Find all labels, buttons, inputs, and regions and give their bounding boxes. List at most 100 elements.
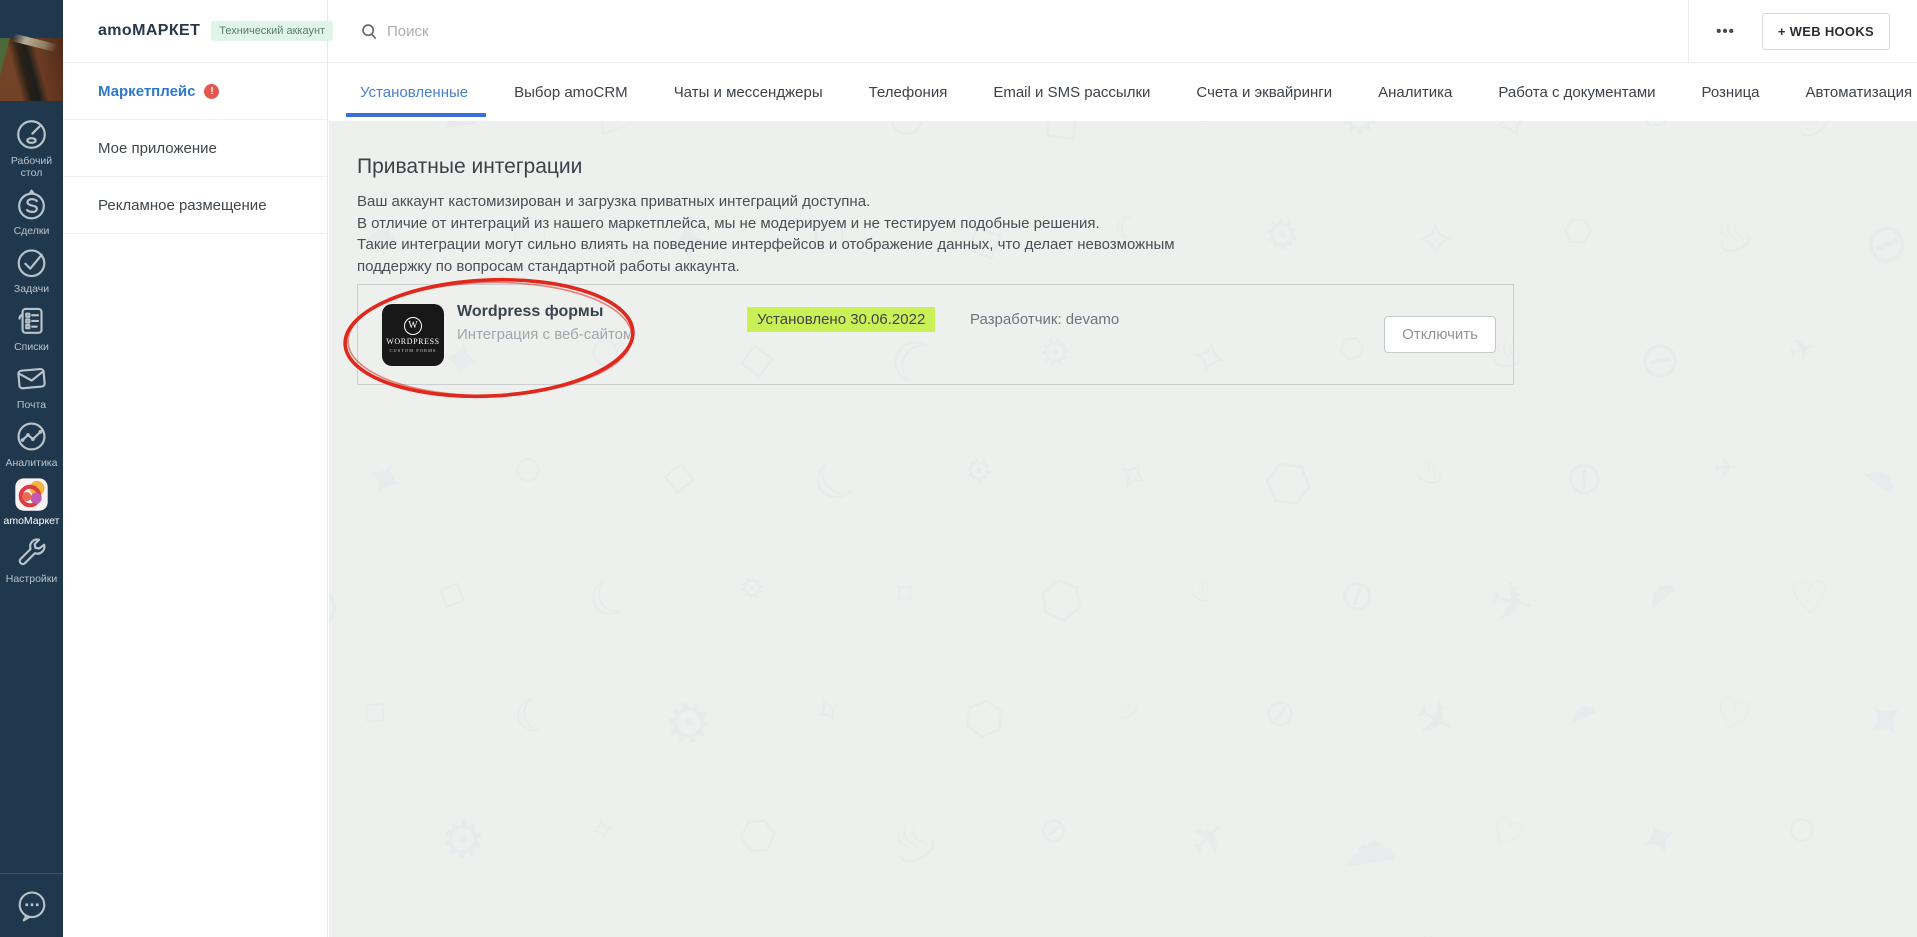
tab-telephony[interactable]: Телефония — [869, 63, 948, 121]
doodle-glyph: ✈ — [1403, 684, 1468, 755]
sidebar-item-amomarket[interactable]: amoМаркет — [0, 476, 63, 527]
doodle-glyph: ✦ — [1629, 805, 1690, 874]
tasks-icon — [13, 244, 50, 281]
doodle-glyph: ♨ — [1106, 687, 1147, 728]
doodle-glyph: ⊘ — [1261, 689, 1300, 738]
category-tabs: Установленные Выбор amoCRM Чаты и мессен… — [329, 63, 1917, 121]
doodle-glyph: ◇ — [1856, 927, 1899, 937]
brand-row: amoМАРКЕТ Технический аккаунт — [63, 0, 327, 63]
search-icon — [360, 22, 379, 41]
sidebar-item-tasks[interactable]: Задачи — [0, 244, 63, 295]
primary-nav: Рабочий стол Сделки Задачи — [0, 101, 63, 592]
doodle-glyph: ✈ — [1176, 805, 1241, 870]
doodle-glyph: ♡ — [1709, 687, 1757, 743]
support-chat-button[interactable] — [0, 873, 63, 937]
doodle-glyph: ♨ — [877, 803, 950, 882]
doodle-glyph: ✧ — [1104, 445, 1161, 507]
tab-analytics[interactable]: Аналитика — [1378, 63, 1452, 121]
sidebar-item-analytics[interactable]: Аналитика — [0, 418, 63, 469]
top-header: ••• + WEB HOOKS — [329, 0, 1917, 63]
wordpress-logo-subtext: CUSTOM FORMS — [389, 348, 436, 353]
lists-icon — [13, 302, 50, 339]
chat-dots-icon — [14, 888, 50, 924]
doodle-glyph: ✈ — [1784, 328, 1822, 373]
tab-invoices-acquiring[interactable]: Счета и эквайринги — [1196, 63, 1332, 121]
description-text: Ваш аккаунт кастомизирован и загрузка пр… — [357, 191, 1917, 277]
doodle-glyph: ⚙ — [352, 924, 418, 937]
main-area: ••• + WEB HOOKS Установленные Выбор amoC… — [329, 0, 1917, 937]
sidebar-item-label: Задачи — [14, 283, 49, 295]
sidebar-item-settings[interactable]: Настройки — [0, 534, 63, 585]
doodle-glyph: ✦ — [1850, 684, 1917, 759]
search-input[interactable] — [387, 23, 807, 40]
analytics-icon — [13, 418, 50, 455]
sidebar-item-deals[interactable]: Сделки — [0, 186, 63, 237]
integration-card-wordpress: W WORDPRESS CUSTOM FORMS Wordpress формы… — [357, 284, 1514, 385]
disconnect-button[interactable]: Отключить — [1384, 316, 1496, 353]
settings-icon — [13, 534, 50, 571]
wordpress-logo-text: WORDPRESS — [386, 337, 439, 346]
doodle-glyph: ⚙ — [737, 569, 767, 606]
doodle-glyph: ♡ — [1404, 926, 1454, 937]
doodle-glyph: ♨ — [808, 927, 865, 937]
doodle-glyph: ⚙ — [425, 803, 498, 878]
doodle-glyph: ☁ — [1558, 686, 1601, 731]
sidebar-item-lists[interactable]: Списки — [0, 302, 63, 353]
sidebar-item-label: Списки — [14, 341, 49, 353]
doodle-glyph: ✧ — [513, 930, 538, 937]
amomarket-icon — [13, 476, 50, 513]
secondary-sidebar: amoМАРКЕТ Технический аккаунт Маркетплей… — [63, 0, 328, 937]
subnav-item-label: Маркетплейс — [98, 83, 195, 100]
doodle-glyph: ☁ — [1335, 807, 1401, 880]
integration-name[interactable]: Wordpress формы — [457, 303, 603, 321]
subnav-item-label: Мое приложение — [98, 140, 217, 157]
tab-email-sms[interactable]: Email и SMS рассылки — [993, 63, 1150, 121]
doodle-glyph: ♨ — [1410, 448, 1451, 495]
doodle-glyph: ♨ — [1182, 566, 1226, 613]
subnav-item-ad-placement[interactable]: Рекламное размещение — [63, 177, 327, 234]
doodle-glyph: ✧ — [585, 808, 620, 851]
sidebar-item-dashboard[interactable]: Рабочий стол — [0, 116, 63, 179]
doodle-glyph: ⬡ — [1253, 444, 1323, 522]
description-line: В отличие от интеграций из нашего маркет… — [357, 213, 1917, 235]
tab-chats-messengers[interactable]: Чаты и мессенджеры — [674, 63, 823, 121]
doodle-glyph: ◇ — [431, 567, 474, 618]
private-integrations-section: Приватные интеграции Ваш аккаунт кастоми… — [329, 121, 1917, 277]
tab-retail[interactable]: Розница — [1702, 63, 1760, 121]
header-actions: ••• + WEB HOOKS — [1688, 0, 1917, 63]
sidebar-item-label: Почта — [17, 399, 46, 411]
doodle-glyph: ○ — [1701, 923, 1775, 937]
account-photo[interactable] — [0, 38, 63, 101]
doodle-glyph: ○ — [507, 447, 547, 490]
page-title: Приватные интеграции — [357, 155, 1917, 179]
wordpress-w-icon: W — [404, 317, 422, 335]
subnav-item-marketplace[interactable]: Маркетплейс ! — [63, 63, 327, 120]
tab-amocrm-choice[interactable]: Выбор amoCRM — [514, 63, 628, 121]
tab-installed[interactable]: Установленные — [360, 63, 468, 121]
content-area: ✈☁♡✦○◇☾⚙✧⬡♨⊘☁♡✦○◇☾⚙✧⬡♨⊘✈♡✦○◇☾⚙✧⬡♨⊘✈☁✦○◇☾… — [329, 121, 1917, 937]
description-line: Такие интеграции могут сильно влиять на … — [357, 234, 1917, 256]
doodle-glyph: ⬡ — [960, 688, 1008, 748]
doodle-glyph: ⬡ — [730, 806, 785, 867]
deals-icon — [13, 186, 50, 223]
tab-automation-bots[interactable]: Автоматизация и боты — [1806, 63, 1917, 121]
doodle-glyph: ☁ — [1855, 444, 1912, 503]
sidebar-item-label: Аналитика — [6, 457, 58, 469]
sidebar-item-label: amoМаркет — [4, 515, 60, 527]
sidebar-item-mail[interactable]: Почта — [0, 360, 63, 411]
tab-documents[interactable]: Работа с документами — [1498, 63, 1655, 121]
doodle-glyph: ✦ — [354, 445, 415, 514]
alert-badge: ! — [204, 84, 219, 99]
doodle-glyph: ☾ — [578, 564, 643, 634]
doodle-glyph: ☾ — [509, 687, 559, 746]
doodle-glyph: ◇ — [661, 449, 699, 501]
doodle-glyph: ✦ — [1560, 929, 1605, 937]
header-more-menu[interactable]: ••• — [1689, 23, 1762, 40]
primary-sidebar: Рабочий стол Сделки Задачи — [0, 0, 63, 937]
subnav-item-my-app[interactable]: Мое приложение — [63, 120, 327, 177]
doodle-glyph: ✈ — [1482, 567, 1540, 639]
doodle-glyph: ⊘ — [1626, 324, 1694, 397]
doodle-glyph: ⬡ — [1035, 568, 1087, 633]
tech-account-badge: Технический аккаунт — [211, 21, 333, 41]
web-hooks-button[interactable]: + WEB HOOKS — [1762, 13, 1890, 50]
